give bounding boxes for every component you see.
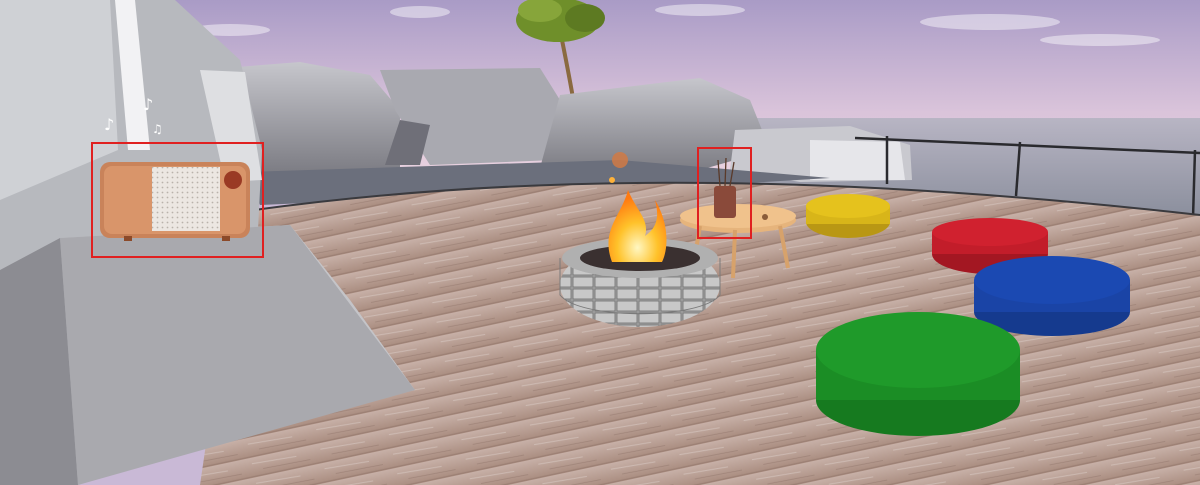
pouf-blue[interactable] — [974, 256, 1130, 336]
music-note: ♪ — [143, 95, 153, 114]
pouf-green[interactable] — [816, 312, 1020, 436]
diffuser-highlight-box[interactable] — [697, 147, 752, 239]
game-viewport[interactable]: ♪ ♪ ♫ — [0, 0, 1200, 485]
radio-highlight-box[interactable] — [91, 142, 264, 258]
music-note: ♪ — [104, 115, 114, 134]
pouf-yellow[interactable] — [806, 194, 890, 238]
music-note: ♫ — [152, 122, 163, 136]
